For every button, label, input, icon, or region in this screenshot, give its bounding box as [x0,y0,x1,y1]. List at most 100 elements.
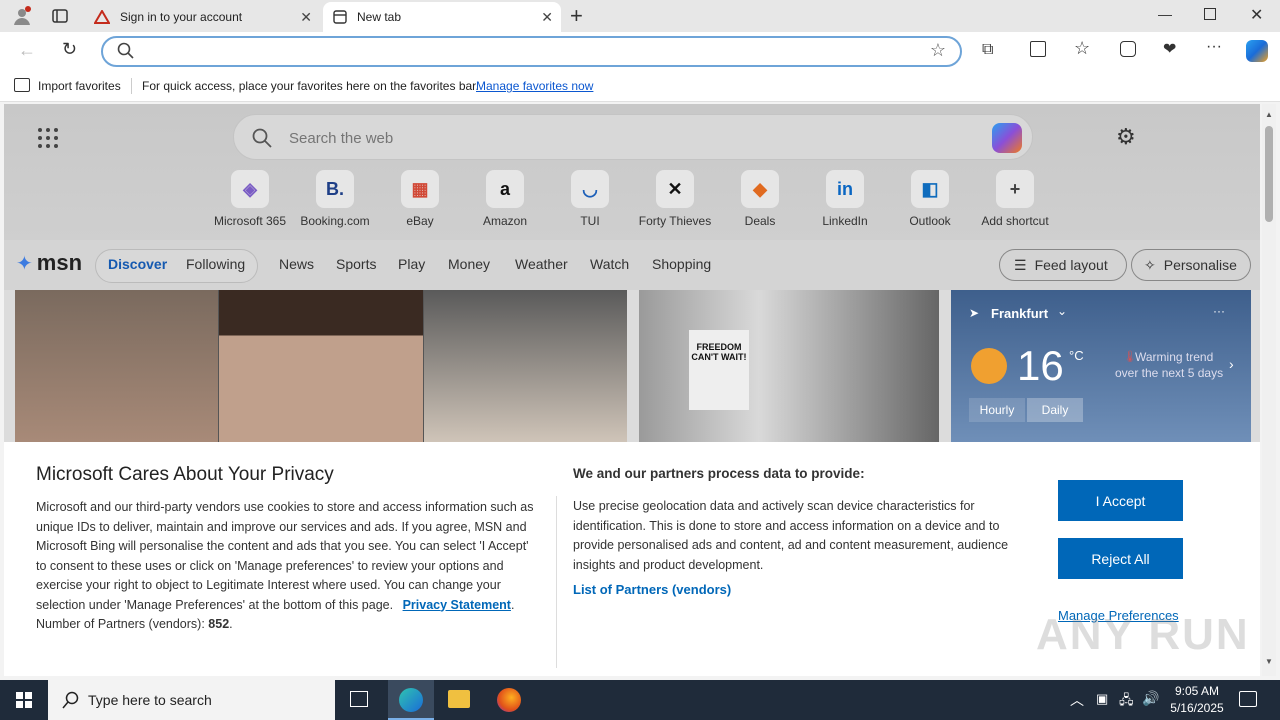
tab-title: Sign in to your account [120,10,243,24]
manage-favorites-link[interactable]: Manage favorites now [476,79,593,93]
extensions-icon[interactable]: ⧉ [982,41,993,59]
import-favorites-icon[interactable] [14,78,30,92]
tab-discover[interactable]: Discover [108,256,167,272]
shortcut-booking-com[interactable]: B. Booking.com [292,170,378,228]
nav-shopping[interactable]: Shopping [652,256,711,272]
tray-device-icon[interactable]: ▣ [1096,691,1108,707]
clock-time[interactable]: 9:05 AM [1172,684,1222,698]
close-tab-icon[interactable]: ✕ [300,9,312,26]
partners-list-link[interactable]: List of Partners (vendors) [573,582,731,597]
weather-city[interactable]: Frankfurt [991,306,1048,321]
performance-icon[interactable]: ❤ [1163,39,1176,59]
tab-new-tab[interactable]: New tab ✕ [323,2,561,32]
file-explorer-icon[interactable] [448,690,470,708]
more-options-icon[interactable]: ··· [1213,304,1225,318]
daily-tab[interactable]: Daily [1027,398,1083,422]
edge-taskbar-icon[interactable] [388,680,434,720]
nav-sports[interactable]: Sports [336,256,376,272]
tab-following[interactable]: Following [186,256,245,272]
shortcut-label: Outlook [909,214,951,228]
collections-icon[interactable] [1120,41,1136,57]
shortcut-tui[interactable]: ◡ TUI [547,170,633,228]
weather-card[interactable]: ➤ Frankfurt ⌄ ··· 16 °C 🌡 Warming trend … [951,290,1251,442]
photo-person-2 [219,290,424,442]
chevron-right-icon[interactable]: › [1229,356,1234,372]
msn-logo[interactable]: ✦ msn [16,250,82,276]
shortcut-label: eBay [406,214,434,228]
page-scrollbar[interactable]: ▲ ▼ [1262,104,1276,676]
app-launcher-icon[interactable] [38,128,58,148]
nav-play[interactable]: Play [398,256,425,272]
firefox-icon[interactable] [497,688,521,712]
shortcut-amazon[interactable]: a Amazon [462,170,548,228]
import-favorites-button[interactable]: Import favorites [38,79,121,93]
shortcut-linkedin[interactable]: in LinkedIn [802,170,888,228]
shortcut-label: LinkedIn [822,214,868,228]
scroll-thumb[interactable] [1265,126,1273,222]
web-search-box[interactable] [233,114,1033,160]
close-tab-icon[interactable]: ✕ [541,9,553,26]
hourly-tab[interactable]: Hourly [969,398,1025,422]
settings-gear-icon[interactable]: ⚙ [1116,124,1136,150]
restore-button[interactable] [1204,8,1216,20]
shortcut-label: Deals [744,214,776,228]
notifications-icon[interactable] [1239,691,1257,707]
scroll-up-arrow[interactable]: ▲ [1265,110,1273,119]
reject-all-button[interactable]: Reject All [1058,538,1183,579]
feed-layout-button[interactable]: ☰ Feed layout [999,249,1127,281]
shortcut-forty-thieves[interactable]: ✕ Forty Thieves [632,170,718,228]
task-view-icon[interactable] [350,691,368,707]
shortcut-add-shortcut[interactable]: + Add shortcut [972,170,1058,228]
windows-start-icon[interactable] [16,692,32,708]
shortcut-ebay[interactable]: ▦ eBay [377,170,463,228]
personalise-icon: ✧ [1144,256,1156,273]
shortcut-icon: ◡ [571,170,609,208]
volume-icon[interactable]: 🔊 [1142,690,1159,707]
nav-news[interactable]: News [279,256,314,272]
search-icon [252,128,272,153]
tab-actions-icon[interactable] [50,6,70,26]
tray-chevron-icon[interactable]: ︿ [1070,690,1084,710]
address-input[interactable] [143,42,903,62]
nav-watch[interactable]: Watch [590,256,629,272]
tab-strip: Sign in to your account ✕ New tab ✕ + — … [0,0,1280,32]
nav-weather[interactable]: Weather [515,256,568,272]
personalise-button[interactable]: ✧ Personalise [1131,249,1251,281]
copilot-icon[interactable] [992,123,1022,153]
favorites-hint: For quick access, place your favorites h… [142,79,479,93]
favorites-divider [131,78,132,94]
shortcut-microsoft-365[interactable]: ◈ Microsoft 365 [207,170,293,228]
partners-count-label: Number of Partners (vendors): [36,617,205,631]
back-icon[interactable]: ← [18,40,36,61]
more-menu-icon[interactable]: ··· [1206,38,1222,56]
address-bar[interactable]: ☆ [101,36,962,67]
partners-count: 852 [208,617,230,631]
nav-money[interactable]: Money [448,256,490,272]
copilot-icon[interactable] [1246,40,1268,62]
shortcut-deals[interactable]: ◆ Deals [717,170,803,228]
sun-icon [971,348,1007,384]
clock-date[interactable]: 5/16/2025 [1166,701,1228,715]
refresh-icon[interactable]: ↻ [62,39,77,60]
profile-icon[interactable] [10,4,34,28]
tab-sign-in[interactable]: Sign in to your account ✕ [84,2,320,32]
news-image-faces[interactable] [15,290,627,442]
split-screen-icon[interactable] [1030,41,1046,57]
scroll-down-arrow[interactable]: ▼ [1265,657,1273,666]
taskbar-search-box[interactable]: Type here to search [48,680,335,720]
minimize-button[interactable]: — [1158,6,1172,22]
news-image-history[interactable]: FREEDOM CAN'T WAIT! [639,290,939,442]
shortcut-outlook[interactable]: ◧ Outlook [887,170,973,228]
favorites-bar: Import favorites For quick access, place… [0,72,1280,102]
network-icon[interactable]: 🖧 [1119,691,1134,713]
new-tab-button[interactable]: + [570,3,583,29]
privacy-statement-link[interactable]: Privacy Statement [403,598,511,612]
accept-button[interactable]: I Accept [1058,480,1183,521]
chevron-down-icon[interactable]: ⌄ [1057,304,1067,318]
close-window-button[interactable]: ✕ [1250,5,1263,25]
shortcut-icon: ✕ [656,170,694,208]
favorites-icon[interactable]: ☆ [1074,38,1090,59]
anyrun-watermark: ANY RUN [1036,610,1250,659]
star-icon[interactable]: ☆ [930,40,946,61]
web-search-input[interactable] [289,128,939,148]
